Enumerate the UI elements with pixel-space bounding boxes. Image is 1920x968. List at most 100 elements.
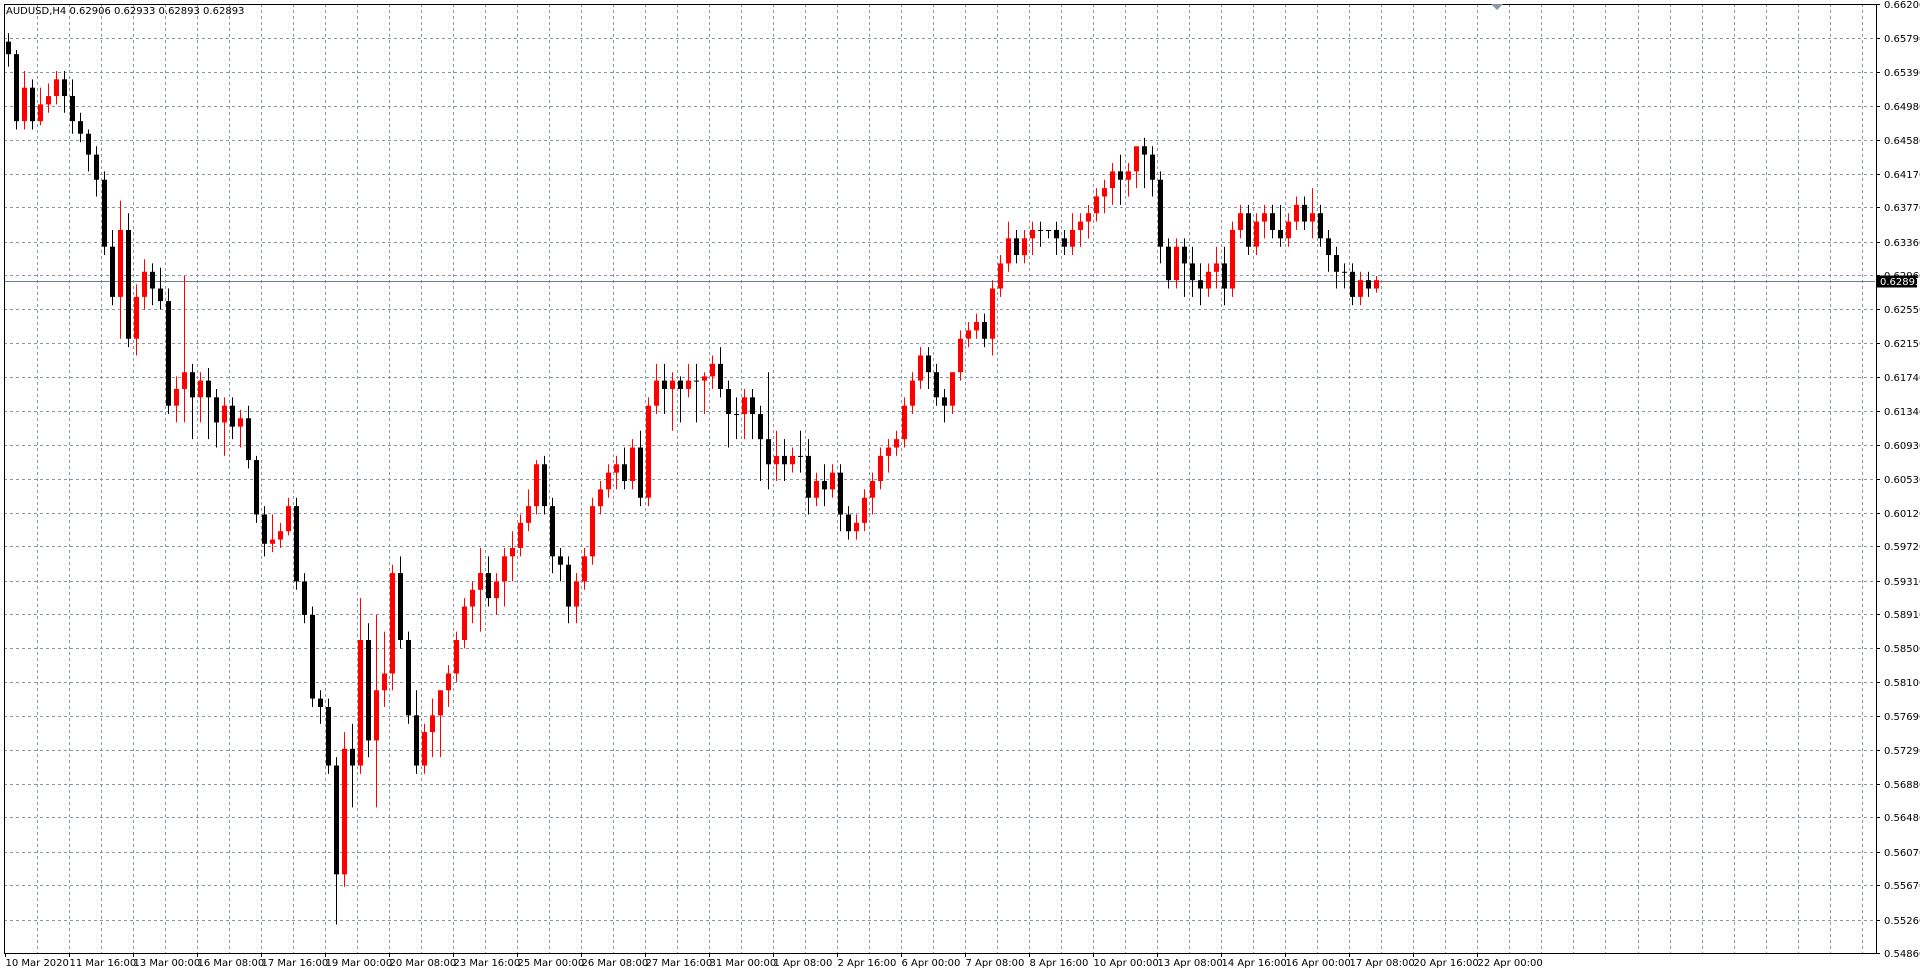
candle-body (374, 690, 379, 741)
price-tick-label: 0.66200 (1884, 0, 1920, 11)
candle-body (1158, 179, 1163, 247)
candle-body (1358, 280, 1363, 297)
candle-body (862, 497, 867, 523)
time-tick-label: 13 Apr 08:00 (1158, 958, 1223, 968)
candle-body (1334, 255, 1339, 272)
candle-body (1118, 171, 1123, 180)
candle-body (166, 301, 171, 406)
candle-body (1150, 154, 1155, 180)
candle-body (1086, 213, 1091, 222)
candle-body (454, 640, 459, 674)
candle-body (1014, 238, 1019, 256)
candle-body (1214, 263, 1219, 272)
candle-body (854, 522, 859, 532)
time-tick-label: 17 Mar 16:00 (262, 958, 329, 968)
candlestick-chart[interactable]: 0.66200 0.65790 0.65390 0.64980 0.64580 0.641… (0, 0, 1920, 968)
candle-body (318, 698, 323, 707)
candle-body (1190, 263, 1195, 281)
candle-body (1278, 229, 1283, 239)
candle-body (782, 455, 787, 465)
candle-body (390, 573, 395, 674)
candle-body (518, 522, 523, 548)
time-tick-label: 11 Mar 16:00 (70, 958, 137, 968)
price-tick-label: 0.65390 (1884, 68, 1920, 79)
time-tick-label: 13 Mar 00:00 (134, 958, 201, 968)
candle-body (1094, 196, 1099, 214)
candle-body (622, 464, 627, 482)
candle-body (910, 380, 915, 406)
candle-body (110, 246, 115, 297)
candle-body (646, 405, 651, 498)
candle-body (198, 380, 203, 398)
candle-body (1366, 280, 1371, 289)
candle-body (262, 514, 267, 544)
candle-body (598, 489, 603, 507)
time-tick-label: 16 Mar 08:00 (198, 958, 265, 968)
candle-body (1078, 221, 1083, 230)
candle-body (126, 229, 131, 339)
candle-body (6, 41, 11, 55)
candle-body (1054, 229, 1059, 239)
candle-body (822, 481, 827, 490)
price-tick-label: 0.62550 (1884, 305, 1920, 316)
candle-body (926, 355, 931, 373)
candle-body (438, 690, 443, 716)
candle-body (766, 439, 771, 465)
candle-body (1310, 213, 1315, 222)
candle-body (654, 380, 659, 406)
time-tick-label: 27 Mar 16:00 (646, 958, 713, 968)
candle-body (310, 614, 315, 699)
candle-body (502, 556, 507, 582)
chart-shift-marker-icon[interactable] (1491, 4, 1503, 10)
price-tick-label: 0.63360 (1884, 238, 1920, 249)
candle-body (230, 405, 235, 427)
candle-body (606, 472, 611, 490)
time-axis[interactable]: 10 Mar 2020 11 Mar 16:0013 Mar 00:0016 Ma… (5, 953, 1543, 968)
candle-body (1374, 280, 1379, 289)
candle-body (1254, 221, 1259, 247)
candle-body (510, 547, 515, 557)
time-tick-label: 23 Mar 16:00 (454, 958, 521, 968)
price-tick-label: 0.56880 (1884, 780, 1920, 791)
candle-body (206, 380, 211, 398)
price-tick-label: 0.58910 (1884, 610, 1920, 621)
candle-body (958, 338, 963, 373)
price-tick-label: 0.54860 (1884, 949, 1920, 960)
candle-body (1102, 188, 1107, 197)
candle-body (406, 640, 411, 716)
candle-body (174, 388, 179, 406)
candle-body (158, 288, 163, 302)
candle-body (942, 397, 947, 406)
candle-body (414, 715, 419, 766)
candle-body (286, 506, 291, 532)
candle-body (278, 531, 283, 540)
candle-body (710, 363, 715, 377)
candle-body (1222, 263, 1227, 289)
price-tick-label: 0.59720 (1884, 542, 1920, 553)
candle-body (334, 765, 339, 875)
candle-body (1166, 246, 1171, 281)
time-tick-label: 6 Apr 00:00 (902, 958, 961, 968)
candle-body (814, 481, 819, 498)
candle-body (670, 380, 675, 389)
price-tick-label: 0.64980 (1884, 102, 1920, 113)
candle-body (1326, 238, 1331, 256)
candle-body (150, 271, 155, 289)
candle-body (694, 380, 699, 382)
candle-body (758, 414, 763, 440)
price-axis[interactable]: 0.66200 0.65790 0.65390 0.64980 0.64580 0.641… (1876, 0, 1920, 960)
candle-body (78, 121, 83, 134)
candle-body (870, 481, 875, 498)
candle-body (238, 418, 243, 427)
candle-body (1182, 246, 1187, 264)
candle-body (62, 79, 67, 97)
candle-body (294, 506, 299, 582)
candle-body (1230, 229, 1235, 289)
candle-body (1030, 229, 1035, 239)
candle-body (998, 263, 1003, 289)
price-tick-label: 0.59310 (1884, 577, 1920, 588)
time-tick-label: 20 Apr 16:00 (1414, 958, 1479, 968)
candle-body (718, 363, 723, 389)
candle-body (734, 414, 739, 416)
chart-window[interactable]: 0.66200 0.65790 0.65390 0.64980 0.64580 0.641… (0, 0, 1920, 968)
